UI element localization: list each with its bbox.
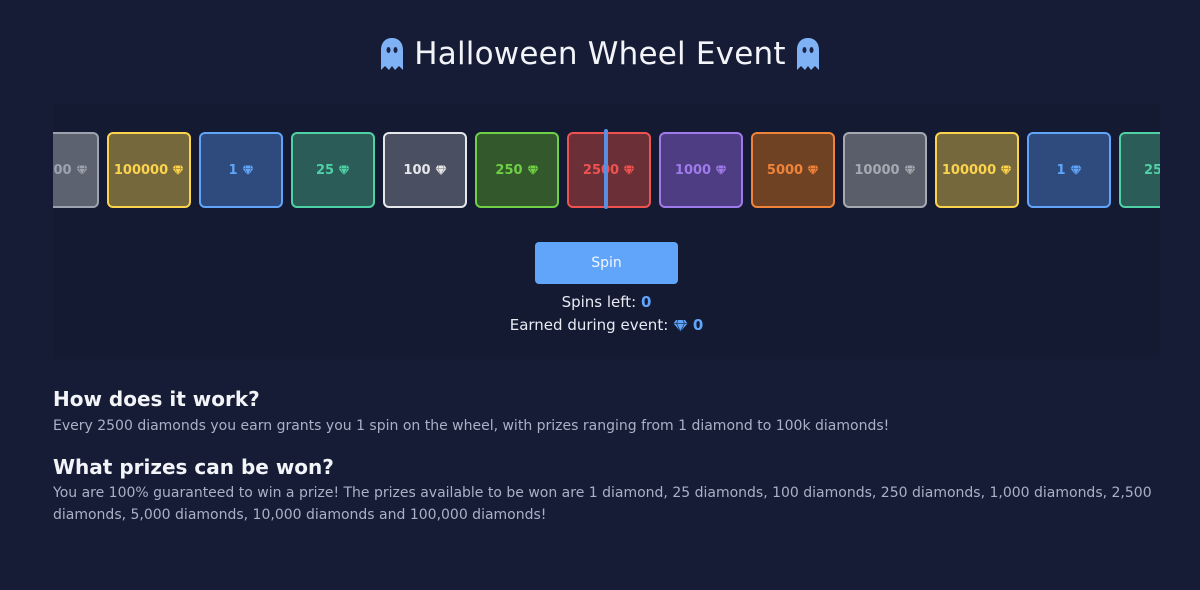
- prize-tile: 5000: [751, 132, 835, 208]
- prize-tile: 25: [1119, 132, 1160, 208]
- prize-tile-value: 10000: [854, 162, 900, 178]
- prize-tile-value: 1: [228, 162, 238, 178]
- ghost-icon: [381, 38, 404, 70]
- prize-tile-value: 2500: [582, 162, 620, 178]
- diamond-icon: [715, 164, 727, 176]
- diamond-icon: [76, 164, 88, 176]
- page-title: Halloween Wheel Event: [0, 36, 1200, 72]
- ghost-icon: [796, 38, 819, 70]
- page-title-text: Halloween Wheel Event: [414, 36, 786, 72]
- wheel-pointer: [604, 129, 608, 209]
- diamond-icon: [172, 164, 184, 176]
- diamond-icon: [242, 164, 254, 176]
- diamond-icon: [1070, 164, 1082, 176]
- spin-button[interactable]: Spin: [535, 242, 678, 284]
- diamond-icon: [527, 164, 539, 176]
- prizes-text: You are 100% guaranteed to win a prize! …: [53, 485, 1152, 523]
- prize-tile-value: 250: [495, 162, 523, 178]
- prize-tile: 100000: [107, 132, 191, 208]
- diamond-icon: [904, 164, 916, 176]
- diamond-icon: [673, 319, 688, 332]
- prize-tile: 2500: [567, 132, 651, 208]
- prizes-heading: What prizes can be won?: [53, 455, 334, 479]
- earned-during-event: Earned during event: 0: [53, 316, 1160, 334]
- prize-tile-value: 100: [403, 162, 431, 178]
- prize-tile: 25: [291, 132, 375, 208]
- diamond-icon: [338, 164, 350, 176]
- prize-tile-value: 100000: [113, 162, 169, 178]
- wheel-panel: 1000010000012510025025001000500010000100…: [53, 104, 1160, 359]
- spins-left-value: 0: [641, 293, 652, 311]
- diamond-icon: [1000, 164, 1012, 176]
- how-it-works-heading: How does it work?: [53, 387, 260, 411]
- spins-left: Spins left: 0: [53, 293, 1160, 311]
- prize-tile-value: 5000: [766, 162, 804, 178]
- prize-tile-value: 1: [1056, 162, 1066, 178]
- event-page: Halloween Wheel Event 100001000001251002…: [0, 0, 1200, 590]
- earned-label: Earned during event:: [509, 316, 669, 334]
- prize-tile: 100: [383, 132, 467, 208]
- prize-tile: 100000: [935, 132, 1019, 208]
- how-it-works-text: Every 2500 diamonds you earn grants you …: [53, 418, 890, 434]
- prize-tile-value: 10000: [53, 162, 72, 178]
- prize-tile-value: 25: [315, 162, 335, 178]
- prize-tile-value: 100000: [941, 162, 997, 178]
- earned-value: 0: [692, 316, 704, 334]
- prize-tile: 250: [475, 132, 559, 208]
- prize-tile-value: 25: [1143, 162, 1160, 178]
- diamond-icon: [807, 164, 819, 176]
- diamond-icon: [623, 164, 635, 176]
- prize-tile: 1: [1027, 132, 1111, 208]
- prize-tile-value: 1000: [674, 162, 712, 178]
- prize-tile: 1: [199, 132, 283, 208]
- prize-tile: 10000: [53, 132, 99, 208]
- prize-tile: 10000: [843, 132, 927, 208]
- prize-tile: 1000: [659, 132, 743, 208]
- diamond-icon: [435, 164, 447, 176]
- spins-left-label: Spins left:: [561, 293, 637, 311]
